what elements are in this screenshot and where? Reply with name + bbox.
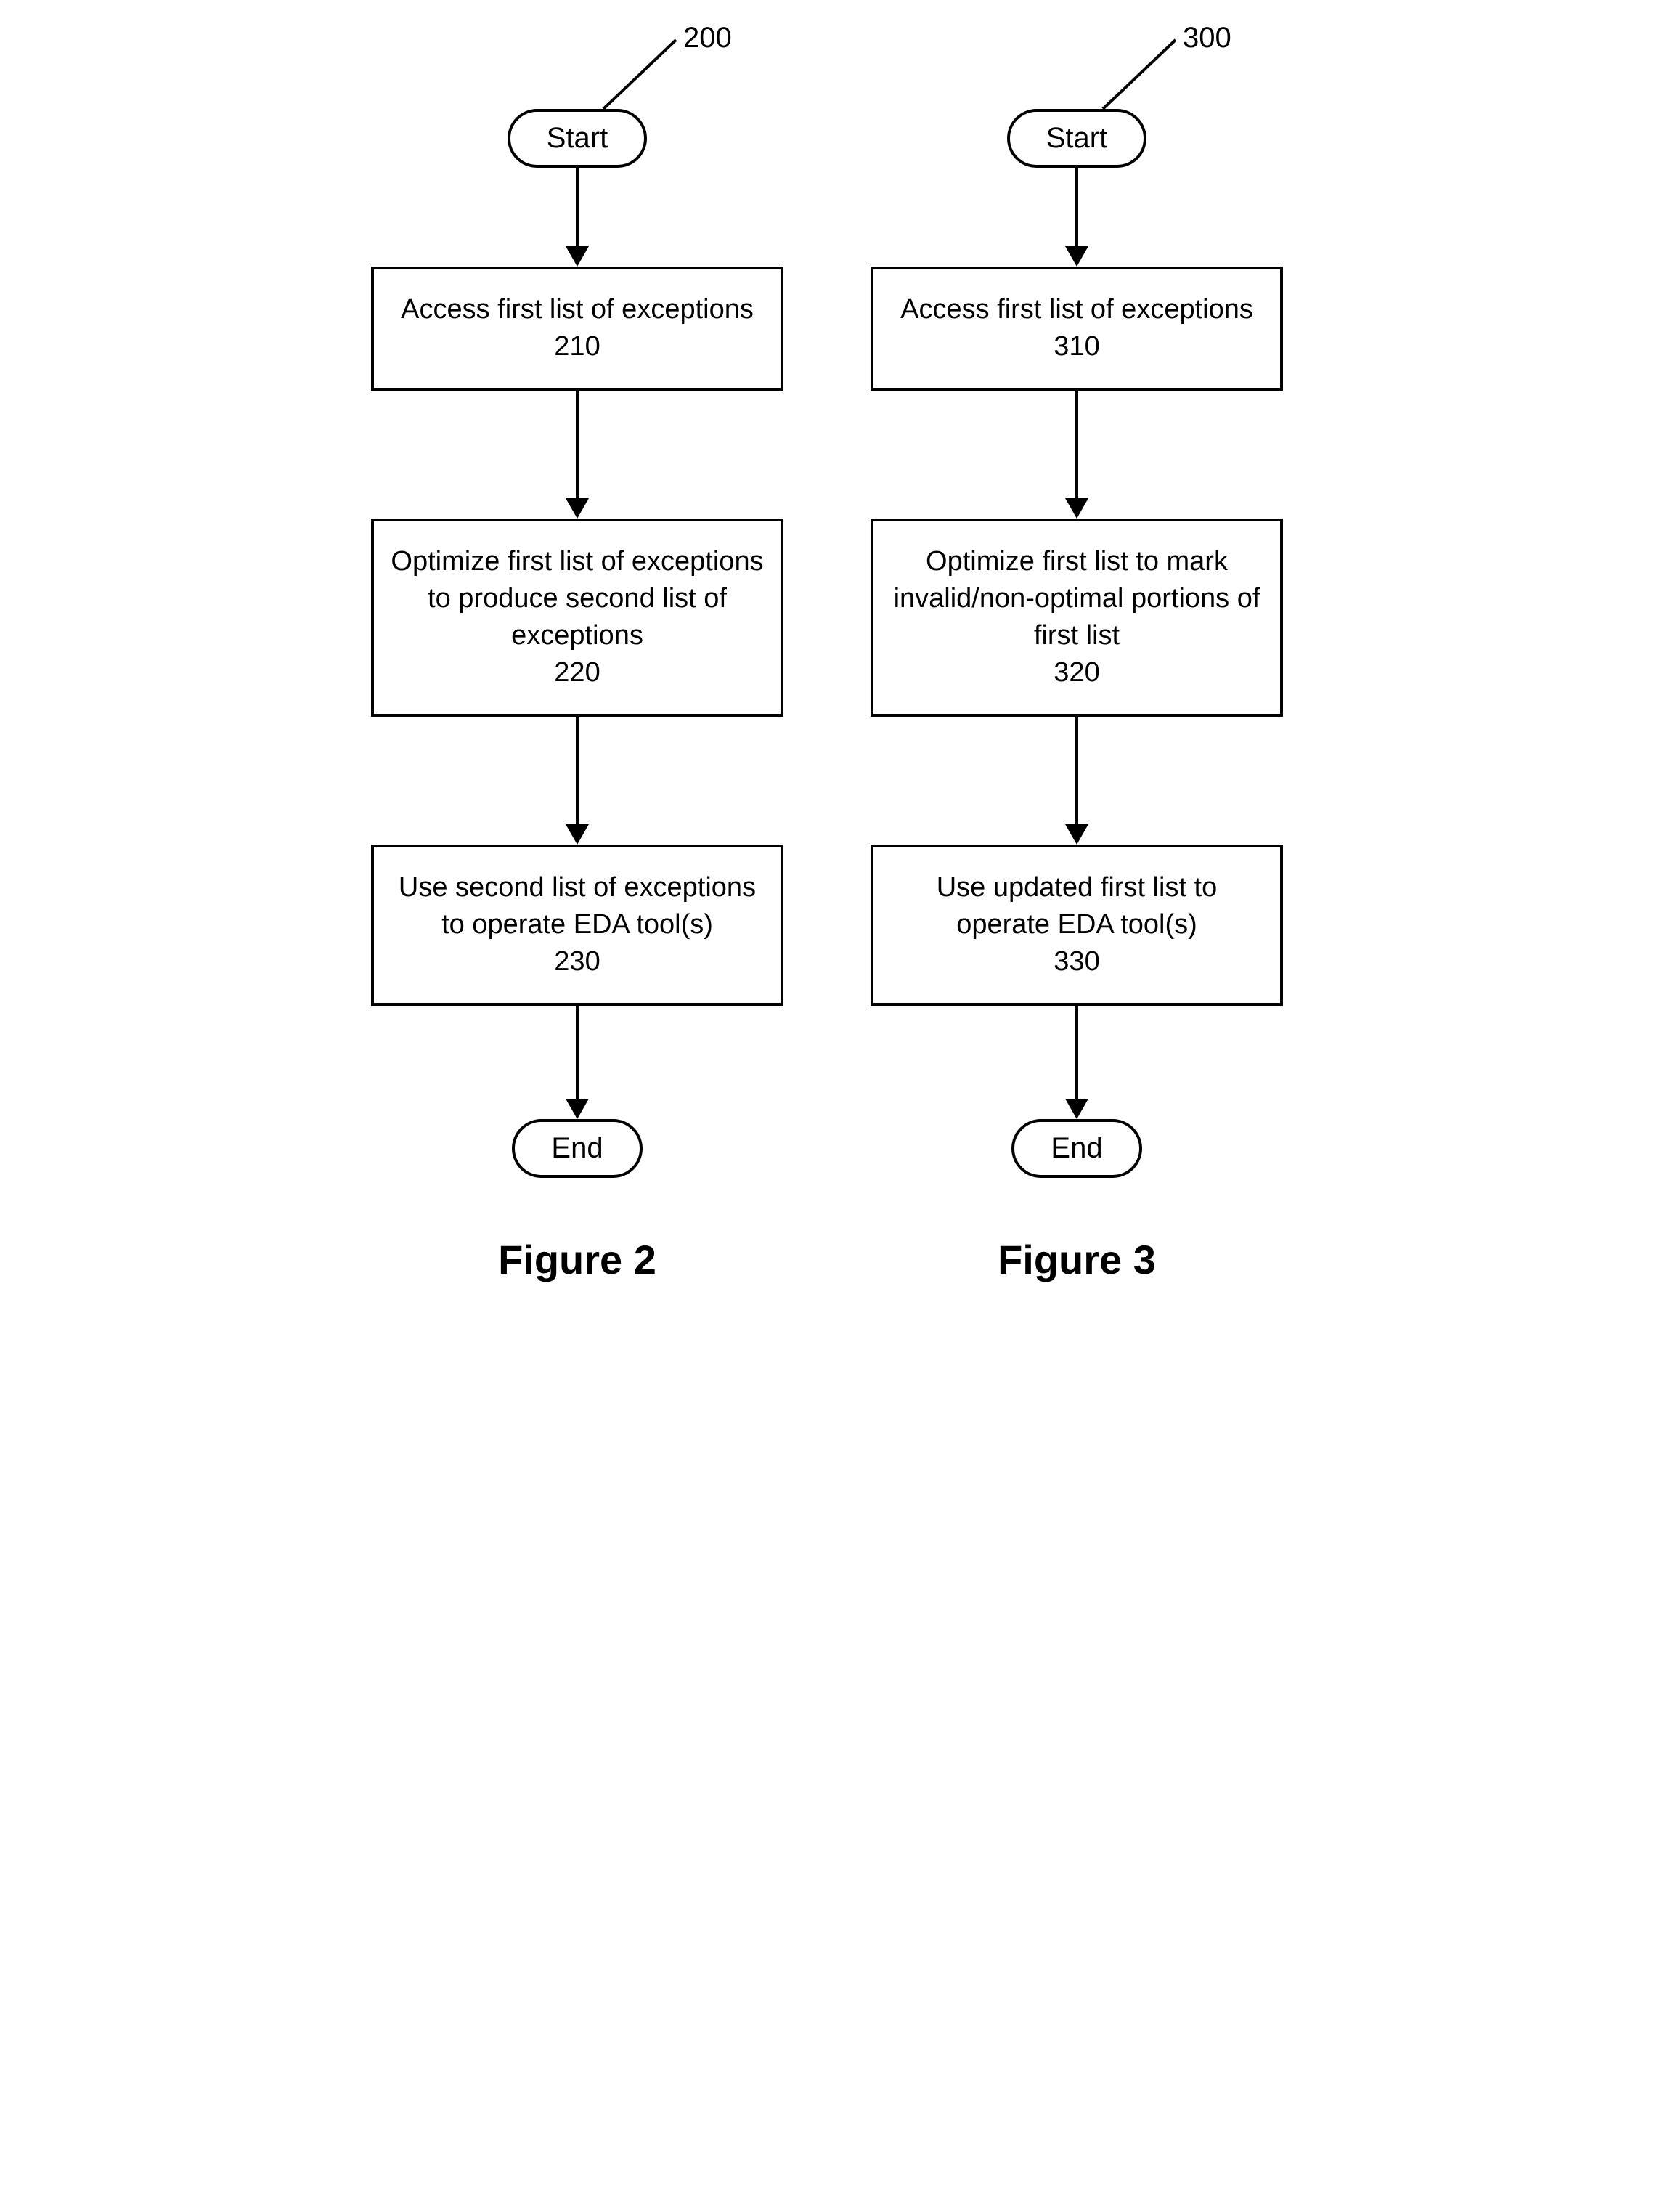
arrow <box>566 717 589 845</box>
figure-title: Figure 3 <box>998 1236 1156 1283</box>
flowchart-ref-number: 200 <box>683 22 732 54</box>
start-label: Start <box>547 122 608 154</box>
arrow <box>1065 717 1088 845</box>
diagram-container: 200 Start Access first list of exception… <box>29 29 1625 1283</box>
process-box-330: Use updated first list to operate EDA to… <box>871 845 1283 1006</box>
process-text: Use second list of exceptions to operate… <box>399 872 756 940</box>
flowchart-ref-number: 300 <box>1183 22 1231 54</box>
end-terminator: End <box>1011 1119 1141 1178</box>
figure-title: Figure 2 <box>498 1236 656 1283</box>
arrow <box>566 391 589 519</box>
process-number: 210 <box>554 331 600 362</box>
flowchart-300: 300 Start Access first list of exception… <box>871 29 1283 1283</box>
flowchart-200: 200 Start Access first list of exception… <box>371 29 783 1283</box>
end-terminator: End <box>512 1119 642 1178</box>
process-text: Optimize first list to mark invalid/non-… <box>894 546 1260 651</box>
arrow <box>1065 391 1088 519</box>
process-number: 330 <box>1054 946 1099 977</box>
process-number: 230 <box>554 946 600 977</box>
arrow <box>566 1006 589 1119</box>
process-box-210: Access first list of exceptions 210 <box>371 267 783 391</box>
process-box-310: Access first list of exceptions 310 <box>871 267 1283 391</box>
arrow <box>566 168 589 267</box>
start-label: Start <box>1046 122 1107 154</box>
end-label: End <box>1051 1132 1102 1164</box>
process-box-320: Optimize first list to mark invalid/non-… <box>871 519 1283 717</box>
arrow <box>1065 168 1088 267</box>
process-text: Access first list of exceptions <box>900 294 1253 325</box>
arrow <box>1065 1006 1088 1119</box>
start-terminator: Start <box>508 109 647 168</box>
end-label: End <box>551 1132 603 1164</box>
process-number: 320 <box>1054 657 1099 688</box>
process-number: 310 <box>1054 331 1099 362</box>
process-box-230: Use second list of exceptions to operate… <box>371 845 783 1006</box>
process-box-220: Optimize first list of exceptions to pro… <box>371 519 783 717</box>
process-text: Optimize first list of exceptions to pro… <box>391 546 763 651</box>
process-number: 220 <box>554 657 600 688</box>
start-terminator: Start <box>1007 109 1146 168</box>
process-text: Use updated first list to operate EDA to… <box>937 872 1218 940</box>
process-text: Access first list of exceptions <box>401 294 754 325</box>
